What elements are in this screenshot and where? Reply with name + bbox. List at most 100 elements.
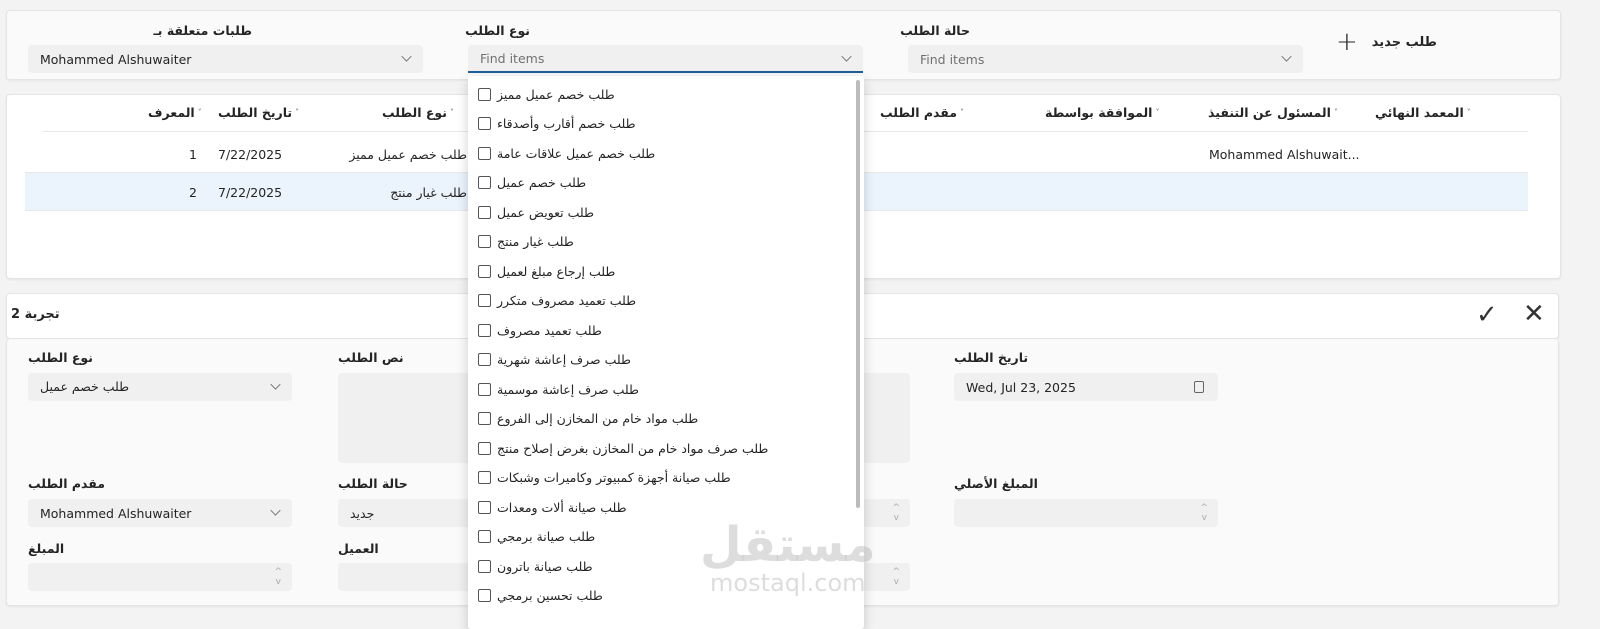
chevron-down-icon xyxy=(1281,51,1292,62)
spinner-icon[interactable]: ^ v xyxy=(1200,503,1208,523)
calendar-icon[interactable] xyxy=(1194,381,1204,393)
col-header-requester[interactable]: مقدم الطلب ˅ xyxy=(880,105,964,120)
option-label: طلب صيانة برمجي xyxy=(497,529,596,544)
option-item[interactable]: طلب مواد خام من المخازن إلى الفروع xyxy=(478,408,698,430)
cell-date: 7/22/2025 xyxy=(218,185,283,200)
form-customer-label: العميل xyxy=(338,541,379,556)
option-label: طلب إرجاع مبلغ لعميل xyxy=(497,263,616,279)
option-item[interactable]: طلب خصم عميل علاقات عامة xyxy=(478,142,655,164)
checkbox[interactable] xyxy=(478,471,491,484)
checkbox[interactable] xyxy=(478,294,491,307)
option-item[interactable]: طلب تحسين برمجي xyxy=(478,585,603,607)
related-value: Mohammed Alshuwaiter xyxy=(40,51,192,67)
option-label: طلب تعويض عميل xyxy=(497,204,594,220)
form-original-amount-input[interactable]: ^ v xyxy=(954,499,1218,527)
option-label: طلب صرف مواد خام من المخازن بغرض إصلاح م… xyxy=(497,440,769,456)
status-filter-placeholder: Find items xyxy=(920,51,985,67)
checkbox[interactable] xyxy=(478,264,491,278)
option-item[interactable]: طلب تعميد مصروف xyxy=(478,319,602,341)
checkbox[interactable] xyxy=(478,589,491,602)
option-item[interactable]: طلب تعويض عميل xyxy=(478,201,594,223)
close-icon[interactable]: ✕ xyxy=(1523,299,1545,329)
col-header-responsible[interactable]: المسئول عن التنفيذ ˅ xyxy=(1208,105,1338,120)
option-label: طلب صيانة باترون xyxy=(497,558,593,574)
form-date-label: تاريخ الطلب xyxy=(954,350,1029,365)
form-requester-label: مقدم الطلب xyxy=(28,476,105,491)
option-item[interactable]: طلب صيانة أجهزة كمبيوتر وكاميرات وشبكات xyxy=(478,467,731,489)
option-label: طلب صرف إعاشة شهرية xyxy=(497,352,631,367)
related-label: طلبات متعلقة بـ xyxy=(153,23,252,38)
checkbox[interactable] xyxy=(478,323,491,337)
col-header-id[interactable]: المعرف ˅ xyxy=(148,105,202,120)
watermark-logo: مستقل mostaql.com xyxy=(700,517,876,597)
related-dropdown[interactable]: Mohammed Alshuwaiter xyxy=(28,45,423,73)
option-label: طلب تحسين برمجي xyxy=(497,588,603,603)
spinner-icon[interactable]: ^ v xyxy=(892,503,900,523)
scrollbar[interactable] xyxy=(856,80,860,508)
chevron-down-icon xyxy=(270,505,281,516)
option-label: طلب صيانة ألات ومعدات xyxy=(497,499,627,515)
chevron-down-icon xyxy=(841,51,852,62)
option-item[interactable]: طلب صيانة برمجي xyxy=(478,526,595,548)
option-label: طلب تعميد مصروف متكرر xyxy=(497,293,637,308)
form-type-dropdown[interactable]: طلب خصم عميل xyxy=(28,373,292,401)
option-item[interactable]: طلب غيار منتج xyxy=(478,231,574,253)
cell-id: 1 xyxy=(189,147,197,162)
checkbox[interactable] xyxy=(478,382,491,396)
checkbox[interactable] xyxy=(478,87,491,101)
checkbox[interactable] xyxy=(478,353,491,366)
checkbox[interactable] xyxy=(478,412,491,425)
col-header-type[interactable]: نوع الطلب ˅ xyxy=(382,105,454,120)
option-label: طلب خصم أقارب وأصدقاء xyxy=(497,116,636,131)
checkbox[interactable] xyxy=(478,235,491,248)
option-item[interactable]: طلب خصم أقارب وأصدقاء xyxy=(478,113,636,135)
type-filter-combobox[interactable]: Find items xyxy=(468,45,863,73)
option-item[interactable]: طلب تعميد مصروف متكرر xyxy=(478,290,636,312)
form-type-label: نوع الطلب xyxy=(28,350,93,365)
form-text-label: نص الطلب xyxy=(338,350,404,365)
option-item[interactable]: طلب صيانة باترون xyxy=(478,555,593,577)
form-amount-input[interactable]: ^ v xyxy=(28,563,292,591)
option-item[interactable]: طلب صرف مواد خام من المخازن بغرض إصلاح م… xyxy=(478,437,768,459)
option-item[interactable]: طلب خصم عميل مميز xyxy=(478,83,615,105)
option-item[interactable]: طلب صرف إعاشة موسمية xyxy=(478,378,639,400)
checkbox[interactable] xyxy=(478,441,491,455)
form-title: تجربة 2 xyxy=(11,307,60,322)
checkbox[interactable] xyxy=(478,146,491,160)
plus-icon: + xyxy=(1336,27,1358,57)
cell-date: 7/22/2025 xyxy=(218,147,283,162)
chevron-down-icon xyxy=(270,379,281,390)
save-check-icon[interactable]: ✓ xyxy=(1476,300,1498,330)
option-label: طلب خصم عميل علاقات عامة xyxy=(497,145,656,161)
cell-type: طلب غيار منتج xyxy=(390,185,467,200)
cell-type: طلب خصم عميل مميز xyxy=(349,147,467,162)
chevron-down-icon xyxy=(401,51,412,62)
checkbox[interactable] xyxy=(478,530,491,543)
col-header-approved-by[interactable]: الموافقة بواسطة ˅ xyxy=(1045,105,1159,120)
form-requester-dropdown[interactable]: Mohammed Alshuwaiter xyxy=(28,499,292,527)
option-label: طلب تعميد مصروف xyxy=(497,322,602,338)
type-filter-label: نوع الطلب xyxy=(465,23,530,38)
checkbox[interactable] xyxy=(478,205,491,219)
form-original-amount-label: المبلغ الأصلي xyxy=(954,476,1038,491)
col-header-final-approver[interactable]: المعمد النهائي ˅ xyxy=(1375,105,1471,120)
col-header-date[interactable]: تاريخ الطلب ˅ xyxy=(218,105,299,120)
spinner-icon[interactable]: ^ v xyxy=(274,567,282,587)
checkbox[interactable] xyxy=(478,117,491,130)
cell-responsible: Mohammed Alshuwait... xyxy=(1209,147,1360,162)
checkbox[interactable] xyxy=(478,176,491,189)
checkbox[interactable] xyxy=(478,559,491,573)
option-label: طلب خصم عميل xyxy=(497,175,587,190)
new-request-button[interactable]: + طلب جديد xyxy=(1336,27,1437,57)
status-filter-combobox[interactable]: Find items xyxy=(908,45,1303,73)
checkbox[interactable] xyxy=(478,500,491,514)
option-item[interactable]: طلب صرف إعاشة شهرية xyxy=(478,349,631,371)
cell-id: 2 xyxy=(189,185,197,200)
option-label: طلب صيانة أجهزة كمبيوتر وكاميرات وشبكات xyxy=(497,470,731,485)
option-item[interactable]: طلب خصم عميل xyxy=(478,172,586,194)
spinner-icon[interactable]: ^ v xyxy=(892,567,900,587)
option-label: طلب غيار منتج xyxy=(497,234,574,249)
option-item[interactable]: طلب صيانة ألات ومعدات xyxy=(478,496,627,518)
option-item[interactable]: طلب إرجاع مبلغ لعميل xyxy=(478,260,615,282)
form-date-picker[interactable]: Wed, Jul 23, 2025 xyxy=(954,373,1218,401)
